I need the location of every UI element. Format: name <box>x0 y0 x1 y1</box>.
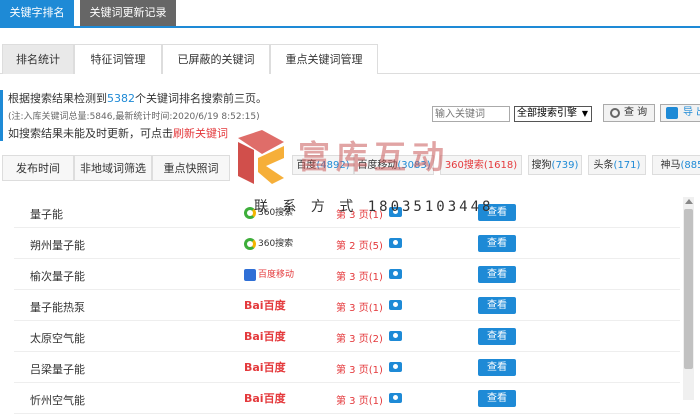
view-button[interactable]: 查看 <box>478 390 516 407</box>
rank-cell: 第 3 页(1) <box>336 299 383 314</box>
view-button[interactable]: 查看 <box>478 266 516 283</box>
keyword-cell: 榆次量子能 <box>30 268 85 284</box>
keyword-cell: 朔州量子能 <box>30 237 85 253</box>
engine-tab-name: 360搜索 <box>445 160 484 171</box>
top-tab-bar: 关键字排名 关键词更新记录 <box>0 0 700 28</box>
view-button[interactable]: 查看 <box>478 235 516 252</box>
scroll-thumb[interactable] <box>684 209 693 369</box>
chevron-down-icon: ▼ <box>582 107 588 121</box>
info-summary-suffix: 个关键词排名搜索前三页。 <box>135 92 267 105</box>
engine-name: Bai百度 <box>244 299 286 312</box>
watermark-brand: 富库互动 <box>298 132 450 178</box>
tab-keyword-update-log[interactable]: 关键词更新记录 <box>80 0 176 26</box>
rank-cell: 第 2 页(5) <box>336 237 383 252</box>
camera-icon[interactable] <box>389 300 402 310</box>
table-row: 忻州空气能 Bai百度 第 3 页(1) 查看 <box>14 383 680 414</box>
engine-tab-toutiao[interactable]: 头条(171) <box>588 155 646 175</box>
table-row: 吕梁量子能 Bai百度 第 3 页(1) 查看 <box>14 352 680 383</box>
tab-blocked-keywords[interactable]: 已屏蔽的关键词 <box>162 44 270 74</box>
info-summary-prefix: 根据搜索结果检测到 <box>8 92 107 105</box>
engine-tab-shenma[interactable]: 神马(885 <box>652 155 700 175</box>
engine-tab-count: (171) <box>614 160 641 171</box>
detected-count: 5382 <box>107 92 135 105</box>
engine-name: 百度移动 <box>258 270 294 280</box>
tab-key-keywords[interactable]: 重点关键词管理 <box>270 44 378 74</box>
engine-logo-baidu: Bai百度 <box>244 360 286 376</box>
table-row: 量子能热泵 Bai百度 第 3 页(1) 查看 <box>14 290 680 321</box>
watermark-logo <box>232 128 290 188</box>
scroll-up-arrow-icon[interactable] <box>685 199 693 204</box>
ranking-table: 量子能 360搜索 第 3 页(1) 查看 朔州量子能 360搜索 第 2 页(… <box>14 197 680 414</box>
engine-name: Bai百度 <box>244 392 286 405</box>
engine-tab-name: 头条 <box>594 160 614 171</box>
watermark-contact: 联 系 方 式 18035103448 <box>254 196 493 216</box>
camera-icon[interactable] <box>389 362 402 372</box>
sub-tab-bar: 排名统计 特征词管理 已屏蔽的关键词 重点关键词管理 <box>0 44 700 74</box>
keyword-search-input[interactable] <box>432 106 510 122</box>
camera-icon[interactable] <box>389 238 402 248</box>
info-note: (注:入库关键词总量:5846,最新统计时间:2020/6/19 8:52:15… <box>8 109 290 122</box>
engine-name: Bai百度 <box>244 330 286 343</box>
tab-feature-words[interactable]: 特征词管理 <box>74 44 162 74</box>
tab-keyword-ranking[interactable]: 关键字排名 <box>0 0 74 26</box>
engine-logo-baidu: Bai百度 <box>244 391 286 407</box>
view-button[interactable]: 查看 <box>478 297 516 314</box>
keyword-cell: 忻州空气能 <box>30 392 85 408</box>
baidu-mobile-logo-icon <box>244 269 256 281</box>
export-icon <box>666 107 678 119</box>
engine-name: Bai百度 <box>244 361 286 374</box>
rank-cell: 第 3 页(1) <box>336 268 383 283</box>
query-button[interactable]: 查 询 <box>603 104 655 122</box>
refresh-hint: 如搜索结果未能及时更新，可点击 <box>8 127 173 140</box>
engine-name: 360搜索 <box>258 239 293 249</box>
refresh-keywords-link[interactable]: 刷新关键词 <box>173 127 228 140</box>
vertical-scrollbar[interactable] <box>683 197 694 400</box>
keyword-cell: 量子能 <box>30 206 63 222</box>
keyword-cell: 量子能热泵 <box>30 299 85 315</box>
export-button[interactable]: 导 出 <box>660 104 700 122</box>
info-summary: 根据搜索结果检测到5382个关键词排名搜索前三页。 <box>8 90 290 106</box>
rank-cell: 第 3 页(2) <box>336 330 383 345</box>
engine-logo-baidu: Bai百度 <box>244 329 286 345</box>
rank-cell: 第 3 页(1) <box>336 361 383 376</box>
engine-logo-360: 360搜索 <box>244 236 293 252</box>
table-row: 太原空气能 Bai百度 第 3 页(2) 查看 <box>14 321 680 352</box>
camera-icon[interactable] <box>389 393 402 403</box>
engine-logo-baidu-mobile: 百度移动 <box>244 267 294 283</box>
view-button[interactable]: 查看 <box>478 359 516 376</box>
engine-tab-count: (1618) <box>484 160 517 171</box>
table-row: 榆次量子能 百度移动 第 3 页(1) 查看 <box>14 259 680 290</box>
360-logo-icon <box>244 238 256 250</box>
camera-icon[interactable] <box>389 331 402 341</box>
tab-ranking-stats[interactable]: 排名统计 <box>2 44 74 74</box>
query-button-label: 查 询 <box>624 107 647 118</box>
search-icon <box>610 108 620 118</box>
engine-select-value: 全部搜索引擎 <box>517 108 577 119</box>
export-button-label: 导 出 <box>683 107 700 118</box>
keyword-cell: 太原空气能 <box>30 330 85 346</box>
engine-tab-360[interactable]: 360搜索(1618) <box>440 155 522 175</box>
view-button[interactable]: 查看 <box>478 328 516 345</box>
keyword-cell: 吕梁量子能 <box>30 361 85 377</box>
engine-tab-count: (885 <box>681 160 700 171</box>
engine-tab-count: (739) <box>552 160 579 171</box>
engine-tab-sogou[interactable]: 搜狗(739) <box>528 155 582 175</box>
table-row: 朔州量子能 360搜索 第 2 页(5) 查看 <box>14 228 680 259</box>
engine-logo-baidu: Bai百度 <box>244 298 286 314</box>
engine-tab-name: 搜狗 <box>532 160 552 171</box>
camera-icon[interactable] <box>389 269 402 279</box>
engine-tab-name: 神马 <box>661 160 681 171</box>
engine-select[interactable]: 全部搜索引擎 ▼ <box>514 106 592 122</box>
